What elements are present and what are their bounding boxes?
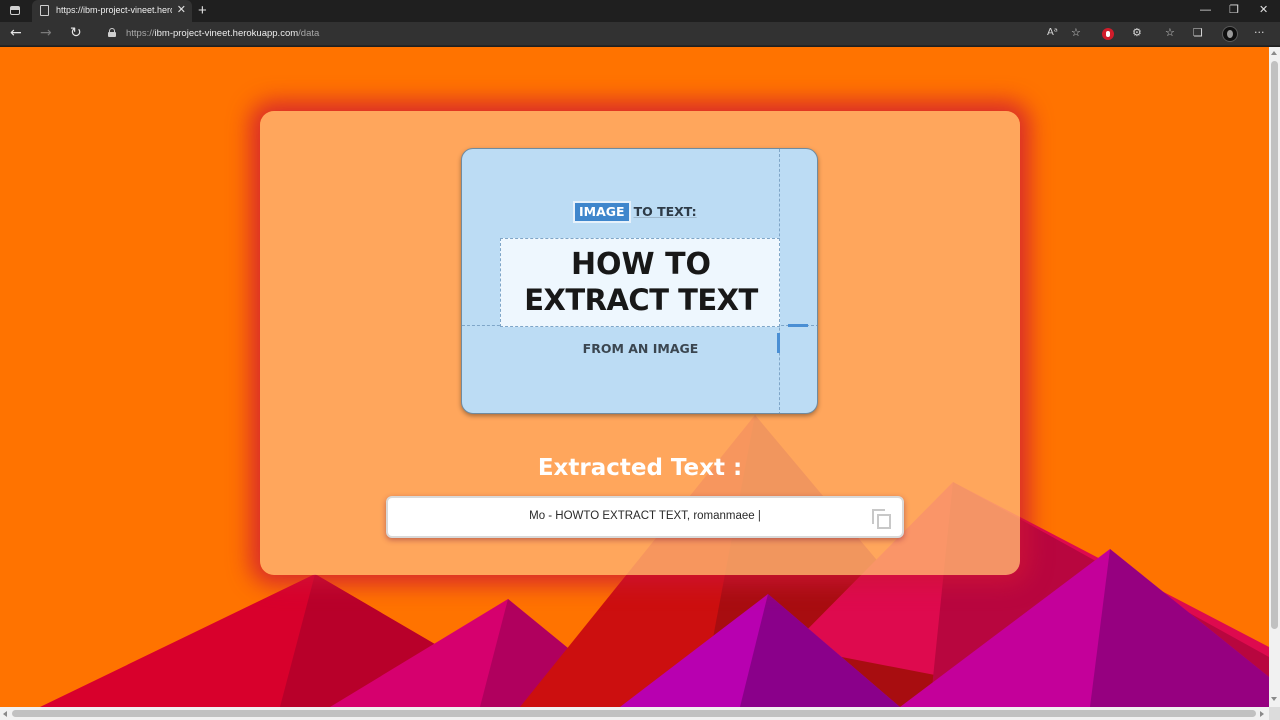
back-button[interactable]: ← [10,25,22,42]
new-tab-button[interactable]: + [198,2,207,19]
profile-avatar[interactable] [1222,26,1238,42]
page-favicon-icon [40,5,49,16]
vertical-scroll-thumb[interactable] [1271,61,1278,629]
image-tag-row: IMAGE TO TEXT: [573,201,697,223]
copy-icon[interactable] [872,509,892,529]
favorites-icon[interactable]: ☆ [1165,26,1175,40]
image-tag-after: TO TEXT: [633,204,697,219]
url-host: ibm-project-vineet.herokuapp.com [154,28,299,39]
browser-toolbar: ← → ↻ https://ibm-project-vineet.herokua… [0,22,1280,46]
ocr-result-card: IMAGE TO TEXT: HOW TO EXTRACT TEXT FROM A… [260,111,1020,575]
extensions-icon[interactable]: ⚙ [1132,26,1142,40]
url-scheme: https:// [126,28,155,39]
read-aloud-icon[interactable]: Aᵃ [1047,26,1058,40]
scroll-up-arrow-icon[interactable] [1271,51,1277,55]
browser-tab-active[interactable]: https://ibm-project-vineet.herokuapp.com… [32,0,192,22]
scrollbar-corner [1269,707,1280,720]
url-path: /data [298,28,320,39]
page-viewport: IMAGE TO TEXT: HOW TO EXTRACT TEXT FROM A… [0,47,1269,707]
scroll-left-arrow-icon[interactable] [3,711,7,717]
extracted-text-output[interactable]: Mo - HOWTO EXTRACT TEXT, romanmaee | [386,496,904,538]
horizontal-scrollbar[interactable] [0,707,1269,720]
scroll-down-arrow-icon[interactable] [1271,697,1277,701]
refresh-button[interactable]: ↻ [70,25,82,42]
tab-title: https://ibm-project-vineet.herokuapp.com… [56,5,172,15]
extracted-text-value[interactable]: Mo - HOWTO EXTRACT TEXT, romanmaee | [388,510,902,522]
forward-button[interactable]: → [40,25,52,42]
collections-icon[interactable]: ❏ [1193,26,1203,40]
extension-red-icon[interactable] [1102,28,1114,40]
guide-marker [788,324,808,327]
vertical-scrollbar[interactable] [1269,47,1280,707]
lock-icon[interactable] [108,28,116,37]
address-bar[interactable]: https://ibm-project-vineet.herokuapp.com… [126,28,319,39]
horizontal-scroll-thumb[interactable] [12,710,1256,717]
browser-tabstrip: https://ibm-project-vineet.herokuapp.com… [0,0,1280,22]
scroll-right-arrow-icon[interactable] [1260,711,1264,717]
extracted-text-heading: Extracted Text : [537,455,743,481]
tab-actions-icon[interactable] [6,3,24,19]
image-tag: IMAGE [573,201,631,223]
tab-close-icon[interactable]: ✕ [177,4,186,16]
close-window-button[interactable]: ✕ [1259,4,1268,17]
restore-button[interactable]: ❐ [1229,4,1239,17]
image-headline-line-1: HOW TO [570,247,712,282]
add-favorite-icon[interactable]: ☆ [1071,26,1081,40]
image-headline-line-2: EXTRACT TEXT [524,283,758,317]
image-subline: FROM AN IMAGE [582,341,699,356]
minimize-button[interactable]: — [1200,4,1211,17]
uploaded-image-preview: IMAGE TO TEXT: HOW TO EXTRACT TEXT FROM A… [461,148,818,414]
image-headline-panel: HOW TO EXTRACT TEXT [500,238,780,327]
more-menu-icon[interactable]: ··· [1254,26,1265,40]
